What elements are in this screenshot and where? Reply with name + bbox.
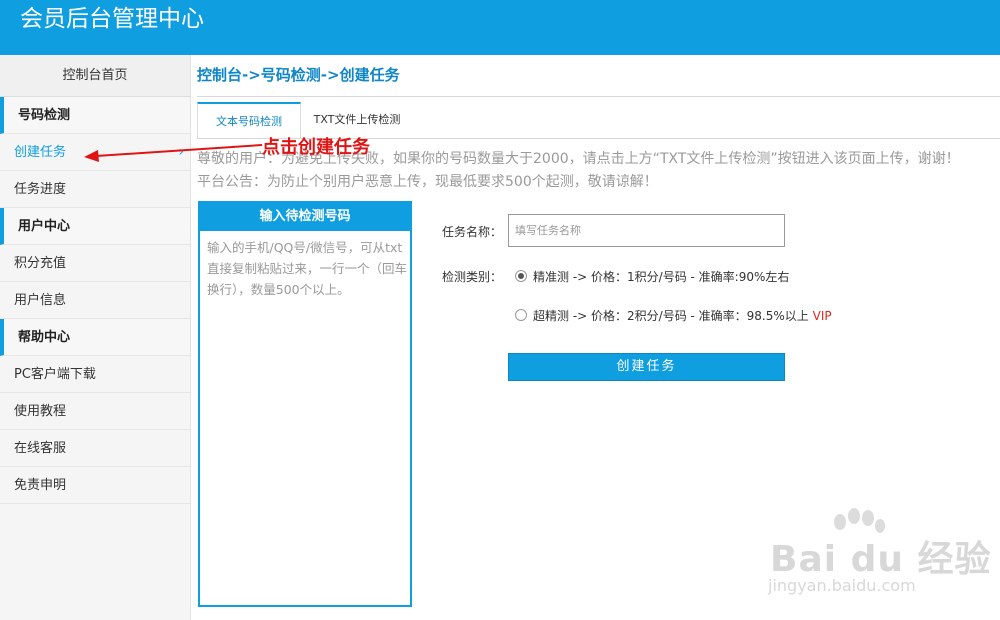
watermark-url: jingyan.baidu.com bbox=[768, 576, 916, 595]
radio-precise-check[interactable] bbox=[515, 270, 527, 282]
app-title: 会员后台管理中心 bbox=[20, 6, 204, 32]
top-header-bar: 会员后台管理中心 bbox=[0, 0, 1000, 55]
option-precise-label: 精准测 -> 价格：1积分/号码 - 准确率:90%左右 bbox=[533, 270, 790, 284]
tab-txt-upload-check[interactable]: TXT文件上传检测 bbox=[307, 102, 407, 137]
number-input-panel: 输入待检测号码 bbox=[198, 201, 414, 607]
sidebar-item-user-info[interactable]: 用户信息 bbox=[0, 282, 190, 319]
sidebar-item-label: 创建任务 bbox=[14, 145, 67, 160]
breadcrumb: 控制台->号码检测->创建任务 bbox=[197, 66, 400, 84]
sidebar-item-recharge[interactable]: 积分充值 bbox=[0, 245, 190, 282]
sidebar-item-pc-client-download[interactable]: PC客户端下载 bbox=[0, 356, 190, 393]
number-input-textarea[interactable] bbox=[200, 231, 414, 603]
sidebar-item-create-task[interactable]: 创建任务 › bbox=[0, 134, 190, 171]
chevron-right-icon: › bbox=[178, 144, 184, 160]
create-task-button[interactable]: 创建任务 bbox=[508, 353, 785, 381]
detect-type-label: 检测类别： bbox=[442, 270, 503, 284]
option-super-precise-line: 超精测 -> 价格：2积分/号码 - 准确率：98.5%以上 VIP bbox=[533, 307, 832, 324]
watermark-brand: Bai du 经验 bbox=[770, 539, 992, 580]
sidebar-section-help-center: 帮助中心 bbox=[0, 319, 190, 356]
sidebar: 控制台首页 号码检测 创建任务 › 任务进度 用户中心 积分充值 用户信息 帮助… bbox=[0, 55, 191, 620]
notice-platform-announcement: 平台公告：为防止个别用户恶意上传，现最低要求500个起测，敬请谅解！ bbox=[197, 174, 658, 190]
sidebar-item-task-progress[interactable]: 任务进度 bbox=[0, 171, 190, 208]
sidebar-item-online-support[interactable]: 在线客服 bbox=[0, 430, 190, 467]
option-super-precise-label: 超精测 -> 价格：2积分/号码 - 准确率：98.5%以上 bbox=[533, 309, 809, 323]
annotation-text: 点击创建任务 bbox=[262, 137, 370, 158]
vip-badge: VIP bbox=[812, 309, 832, 323]
task-name-input[interactable] bbox=[509, 215, 781, 246]
number-input-panel-title: 输入待检测号码 bbox=[200, 203, 410, 231]
sidebar-item-tutorial[interactable]: 使用教程 bbox=[0, 393, 190, 430]
task-name-label: 任务名称： bbox=[442, 225, 503, 239]
task-name-field-box bbox=[508, 214, 785, 247]
sidebar-section-number-check: 号码检测 bbox=[0, 97, 190, 134]
divider bbox=[197, 96, 1000, 97]
sidebar-item-disclaimer[interactable]: 免责申明 bbox=[0, 467, 190, 504]
sidebar-section-user-center: 用户中心 bbox=[0, 208, 190, 245]
radio-super-precise-check[interactable] bbox=[515, 309, 527, 321]
sidebar-home-link[interactable]: 控制台首页 bbox=[0, 55, 190, 97]
